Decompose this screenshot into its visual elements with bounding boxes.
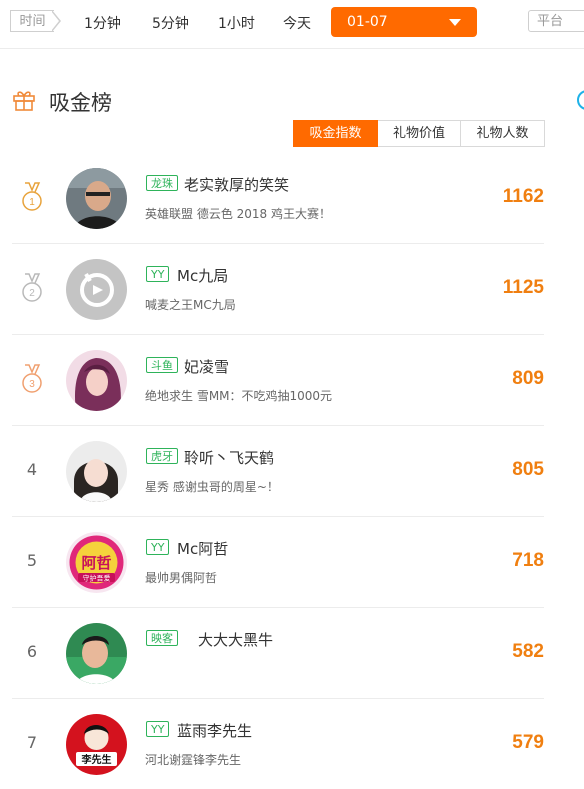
ranking-list: 1 龙珠 老实敦厚的笑笑 英雄联盟 德云色 2018 鸡王大赛！ 1162 2 … [12, 153, 544, 789]
avatar[interactable] [66, 259, 127, 320]
time-filter-bar: 时间 1分钟 5分钟 1小时 今天 01-07 平台 [0, 0, 584, 49]
ranking-row[interactable]: 6 映客 大大大黑牛 582 [12, 608, 544, 699]
avatar[interactable]: 阿哲 守护吾爱 [66, 532, 127, 593]
platform-badge: 斗鱼 [146, 357, 178, 373]
platform-filter-label[interactable]: 平台 [528, 10, 584, 32]
gold-score: 579 [512, 732, 544, 753]
bronze-medal-icon: 3 [22, 364, 42, 393]
tab-gift-count[interactable]: 礼物人数 [461, 120, 545, 147]
ranking-row[interactable]: 4 虎牙 聆听丶飞天鹤 星秀 感谢虫哥的周星~！ 805 [12, 426, 544, 517]
platform-badge: 虎牙 [146, 448, 178, 464]
rank-number: 4 [26, 460, 38, 479]
room-description: 绝地求生 雪MM：不吃鸡抽1000元 [145, 389, 333, 403]
ranking-row[interactable]: 5 阿哲 守护吾爱 YY Mc阿哲 最帅男偶阿哲 718 [12, 517, 544, 608]
anchor-name[interactable]: Mc阿哲 [177, 538, 228, 559]
avatar-subtext: 守护吾爱 [83, 574, 111, 583]
ranking-row[interactable]: 7 李先生 YY 蓝雨李先生 河北谢霆锋李先生 579 [12, 699, 544, 789]
svg-text:3: 3 [29, 379, 35, 390]
range-1-minute[interactable]: 1分钟 [84, 13, 121, 33]
room-description: 星秀 感谢虫哥的周星~！ [145, 480, 279, 494]
platform-badge: YY [146, 539, 170, 555]
anchor-name[interactable]: 聆听丶飞天鹤 [184, 447, 274, 468]
avatar[interactable] [66, 168, 127, 229]
avatar[interactable] [66, 441, 127, 502]
date-select-value: 01-07 [347, 14, 388, 30]
gold-score: 809 [512, 368, 544, 389]
room-description: 河北谢霆锋李先生 [145, 753, 242, 767]
svg-text:1: 1 [29, 197, 35, 208]
gold-score: 1125 [502, 277, 544, 298]
range-1-hour[interactable]: 1小时 [218, 13, 255, 33]
silver-medal-icon: 2 [22, 273, 42, 302]
anchor-name[interactable]: Mc九局 [177, 265, 228, 286]
avatar-text: 李先生 [81, 753, 112, 766]
sort-tabs: 吸金指数 礼物价值 礼物人数 [293, 120, 545, 147]
room-description: 喊麦之王MC九局 [145, 298, 236, 312]
gold-medal-icon: 1 [22, 182, 42, 211]
ranking-row[interactable]: 3 斗鱼 妃凌雪 绝地求生 雪MM：不吃鸡抽1000元 809 [12, 335, 544, 426]
platform-badge: YY [146, 266, 170, 282]
anchor-name[interactable]: 蓝雨李先生 [177, 720, 252, 741]
date-select[interactable]: 01-07 [331, 7, 477, 37]
ranking-row[interactable]: 2 YY Mc九局 喊麦之王MC九局 1125 [12, 244, 544, 335]
gift-icon [13, 91, 35, 111]
rank-number: 5 [26, 551, 38, 570]
time-filter-label: 时间 [10, 10, 54, 32]
section-title: 吸金榜 [49, 91, 112, 115]
gold-score: 805 [512, 459, 544, 480]
anchor-name[interactable]: 老实敦厚的笑笑 [184, 174, 289, 195]
range-5-minutes[interactable]: 5分钟 [152, 13, 189, 33]
anchor-name[interactable]: 妃凌雪 [184, 356, 229, 377]
avatar[interactable] [66, 623, 127, 684]
avatar[interactable] [66, 350, 127, 411]
ranking-row[interactable]: 1 龙珠 老实敦厚的笑笑 英雄联盟 德云色 2018 鸡王大赛！ 1162 [12, 153, 544, 244]
avatar-text: 阿哲 [81, 554, 111, 572]
chevron-down-icon [449, 19, 461, 26]
tab-gold-index[interactable]: 吸金指数 [293, 120, 378, 147]
gold-score: 718 [512, 550, 544, 571]
range-today[interactable]: 今天 [283, 13, 311, 33]
platform-badge: 映客 [146, 630, 178, 646]
gold-score: 1162 [502, 186, 544, 207]
gold-score: 582 [512, 641, 544, 662]
rank-number: 7 [26, 733, 38, 752]
room-description: 英雄联盟 德云色 2018 鸡王大赛！ [145, 207, 331, 221]
avatar[interactable]: 李先生 [66, 714, 127, 775]
platform-badge: YY [146, 721, 170, 737]
room-description: 最帅男偶阿哲 [145, 571, 218, 585]
anchor-name[interactable]: 大大大黑牛 [198, 629, 273, 650]
svg-text:2: 2 [29, 288, 35, 299]
tab-gift-value[interactable]: 礼物价值 [378, 120, 461, 147]
platform-badge: 龙珠 [146, 175, 178, 191]
time-label-arrow-inner [51, 11, 59, 31]
rank-number: 6 [26, 642, 38, 661]
side-panel-icon [577, 90, 584, 110]
